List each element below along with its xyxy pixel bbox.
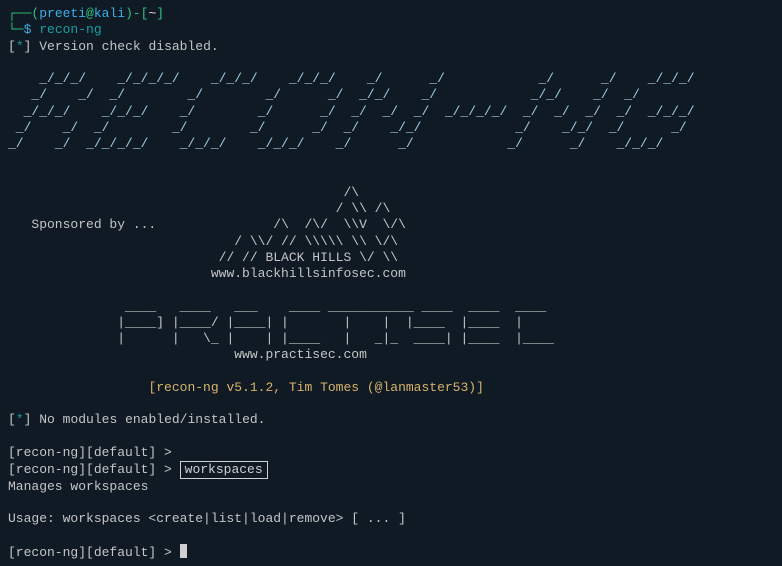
no-modules-line: [*] No modules enabled/installed. xyxy=(8,412,266,427)
sponsor-line: / \\/ // \\\\\ \\ \/\ xyxy=(8,234,398,249)
recon-prompt: [recon-ng][default] > xyxy=(8,462,180,477)
prompt-line2: └─$ xyxy=(8,22,39,37)
usage-text: Usage: workspaces <create|list|load|remo… xyxy=(8,511,406,526)
help-text: Manages workspaces xyxy=(8,479,148,494)
ascii-banner: _/ _/ _/ _/ _/ _/ _/_/ _/ _/_/ _/ _/ xyxy=(8,87,687,102)
ascii-banner: _/ _/ _/_/_/_/ _/_/_/ _/_/_/ _/ _/ _/ _/… xyxy=(8,136,687,151)
recon-prompt-current[interactable]: [recon-ng][default] > xyxy=(8,545,180,560)
practisec-ascii: ____ ____ ___ ____ ___________ ____ ____… xyxy=(8,299,562,314)
sponsor-line: Sponsored by ... /\ /\/ \\V \/\ xyxy=(8,217,406,232)
prompt-line1: ┌──(preeti@kali)-[~] xyxy=(8,6,164,21)
ascii-banner: _/_/_/ _/_/_/_/ _/_/_/ _/_/_/ _/ _/ _/ _… xyxy=(8,71,695,86)
ascii-banner: _/ _/ _/ _/ _/ _/ _/ _/_/ _/ _/_/ _/ _/ xyxy=(8,120,687,135)
sponsor-line: /\ xyxy=(8,185,359,200)
terminal-output[interactable]: ┌──(preeti@kali)-[~] └─$ recon-ng [*] Ve… xyxy=(0,0,782,566)
ascii-banner: _/_/_/ _/_/_/ _/ _/ _/ _/ _/ _/ _/_/_/_/… xyxy=(8,104,695,119)
sponsor-line: // // BLACK HILLS \/ \\ xyxy=(8,250,398,265)
cursor-block xyxy=(180,544,187,558)
practisec-url: www.practisec.com xyxy=(8,347,367,362)
version-check-line: [*] Version check disabled. xyxy=(8,39,219,54)
recon-prompt: [recon-ng][default] > xyxy=(8,445,180,460)
sponsor-line: / \\ /\ xyxy=(8,201,390,216)
highlighted-command: workspaces xyxy=(180,461,268,479)
practisec-ascii: | | \_ | | |____ | _|_ ____| |____ |____ xyxy=(8,331,562,346)
version-info: [recon-ng v5.1.2, Tim Tomes (@lanmaster5… xyxy=(8,380,484,395)
typed-command: recon-ng xyxy=(39,22,101,37)
practisec-ascii: |____] |____/ |____| | | | |____ |____ | xyxy=(8,315,562,330)
blackhills-url: www.blackhillsinfosec.com xyxy=(8,266,406,281)
